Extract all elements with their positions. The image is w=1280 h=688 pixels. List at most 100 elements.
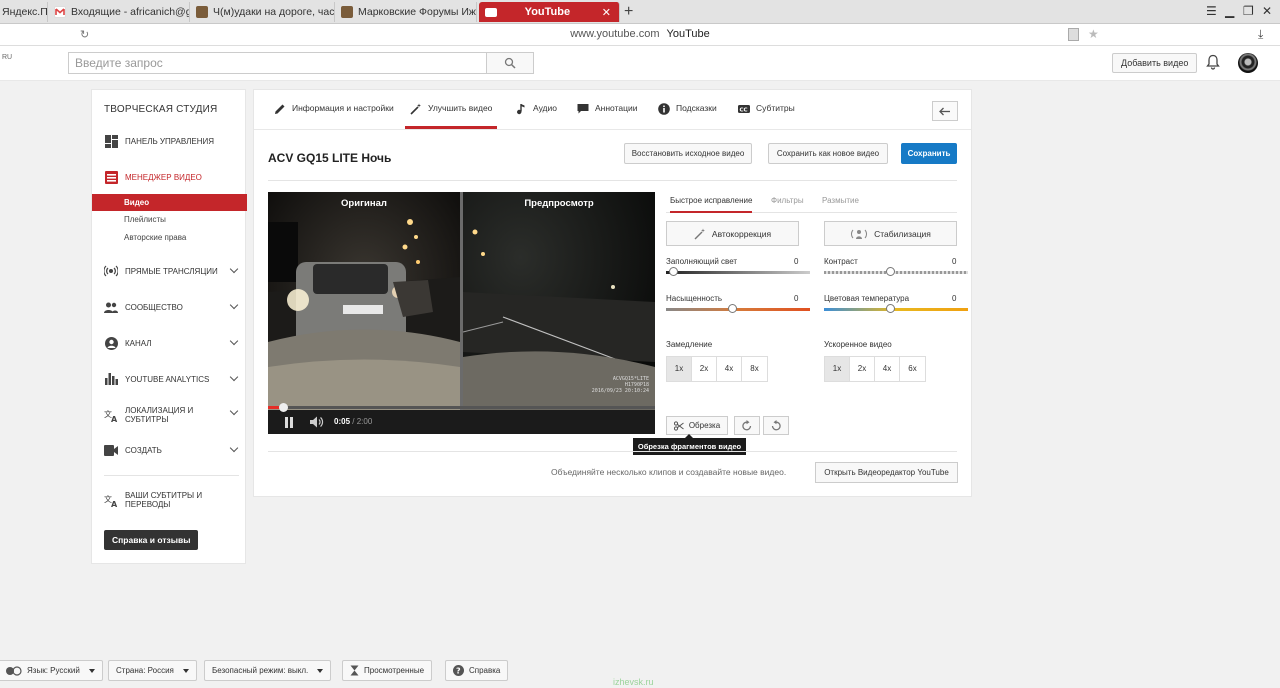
tab-enhance[interactable]: Улучшить видео bbox=[405, 103, 498, 129]
slowmo-option[interactable]: 2x bbox=[692, 357, 717, 381]
menu-icon[interactable]: ☰ bbox=[1206, 4, 1217, 18]
saturation-value: 0 bbox=[794, 294, 799, 303]
search-button[interactable] bbox=[486, 52, 534, 74]
tab-annotations[interactable]: Аннотации bbox=[577, 103, 638, 129]
timelapse-option[interactable]: 1x bbox=[825, 357, 850, 381]
slider-knob[interactable] bbox=[728, 304, 737, 313]
stabilize-icon bbox=[851, 229, 868, 239]
help-feedback-button[interactable]: Справка и отзывы bbox=[104, 530, 199, 550]
sidebar-item-channel[interactable]: КАНАЛ bbox=[92, 331, 247, 355]
restore-icon[interactable]: ❐ bbox=[1243, 4, 1254, 18]
slider-knob[interactable] bbox=[886, 304, 895, 313]
new-tab-button[interactable]: + bbox=[624, 3, 633, 21]
subtab-quick-fix[interactable]: Быстрое исправление bbox=[670, 196, 753, 213]
preview-label: Предпросмотр bbox=[524, 198, 594, 209]
rotate-left-button[interactable] bbox=[763, 416, 789, 435]
bookmark-icon[interactable] bbox=[1068, 28, 1079, 41]
country-selector[interactable]: Страна: Россия bbox=[108, 660, 197, 681]
help-button[interactable]: ? Справка bbox=[445, 660, 509, 681]
browser-tab-gmail[interactable]: Входящие - africanich@gm bbox=[48, 2, 190, 22]
tab-subtitles[interactable]: CC Субтитры bbox=[738, 103, 795, 129]
stabilize-button[interactable]: Стабилизация bbox=[824, 221, 957, 246]
tab-label: Подсказки bbox=[676, 103, 717, 113]
star-icon[interactable]: ★ bbox=[1088, 27, 1099, 41]
upload-button[interactable]: Добавить видео bbox=[1112, 53, 1198, 73]
translate-icon: 文A bbox=[104, 408, 118, 422]
revert-button[interactable]: Восстановить исходное видео bbox=[624, 143, 752, 164]
browser-tab-youtube[interactable]: YouTube ✕ bbox=[479, 2, 620, 22]
slider-track bbox=[666, 308, 810, 311]
sidebar-subitem-copyright[interactable]: Авторские права bbox=[92, 229, 247, 246]
close-window-icon[interactable]: ✕ bbox=[1262, 4, 1272, 18]
studio-title: ТВОРЧЕСКАЯ СТУДИЯ bbox=[104, 104, 218, 115]
search-input[interactable]: Введите запрос bbox=[68, 52, 487, 74]
safety-mode-selector[interactable]: Безопасный режим: выкл. bbox=[204, 660, 332, 681]
bell-icon[interactable] bbox=[1206, 54, 1220, 70]
download-icon[interactable]: ⤓ bbox=[1258, 27, 1263, 42]
save-button[interactable]: Сохранить bbox=[901, 143, 957, 164]
browser-tab-yandex[interactable]: Яндекс.По bbox=[0, 2, 48, 22]
sidebar-item-analytics[interactable]: YOUTUBE ANALYTICS bbox=[92, 367, 247, 391]
sidebar-item-video-manager[interactable]: МЕНЕДЖЕР ВИДЕО bbox=[92, 165, 247, 189]
slider-knob[interactable] bbox=[886, 267, 895, 276]
autofix-button[interactable]: Автокоррекция bbox=[666, 221, 799, 246]
subtab-blur[interactable]: Размытие bbox=[822, 196, 859, 213]
sidebar-subitem-playlists[interactable]: Плейлисты bbox=[92, 211, 247, 228]
sidebar-item-dashboard[interactable]: ПАНЕЛЬ УПРАВЛЕНИЯ bbox=[92, 129, 247, 153]
contrast-slider[interactable] bbox=[824, 267, 968, 276]
back-button[interactable] bbox=[932, 101, 958, 121]
slowmo-option[interactable]: 1x bbox=[667, 357, 692, 381]
sidebar-subitem-videos[interactable]: Видео bbox=[92, 194, 247, 211]
pencil-icon bbox=[275, 104, 285, 114]
progress-knob[interactable] bbox=[279, 403, 288, 412]
browser-tab-forum-2[interactable]: Марковские Форумы Ижев bbox=[335, 2, 477, 22]
video-player[interactable]: Оригинал ACVGQ15*LITE H1790P18 2016/09/2… bbox=[268, 192, 655, 434]
tab-label: Информация и настройки bbox=[292, 103, 394, 113]
gmail-icon bbox=[54, 6, 66, 18]
tab-info-settings[interactable]: Информация и настройки bbox=[274, 103, 394, 129]
timelapse-option[interactable]: 6x bbox=[900, 357, 925, 381]
sidebar-item-localization[interactable]: 文A ЛОКАЛИЗАЦИЯ И СУБТИТРЫ bbox=[92, 401, 247, 429]
timelapse-option[interactable]: 2x bbox=[850, 357, 875, 381]
sidebar-item-create[interactable]: СОЗДАТЬ bbox=[92, 438, 247, 462]
minimize-icon[interactable]: ▁ bbox=[1225, 4, 1234, 18]
timelapse-option[interactable]: 4x bbox=[875, 357, 900, 381]
sidebar-item-community[interactable]: СООБЩЕСТВО bbox=[92, 295, 247, 319]
fill-light-slider[interactable] bbox=[666, 267, 810, 276]
header-divider bbox=[268, 180, 957, 181]
color-temp-value: 0 bbox=[952, 294, 957, 303]
slowmo-option[interactable]: 4x bbox=[717, 357, 742, 381]
combine-clips-text: Объединяйте несколько клипов и создавайт… bbox=[551, 467, 787, 477]
tab-cards[interactable]: Подсказки bbox=[658, 103, 717, 129]
volume-icon[interactable] bbox=[310, 416, 324, 428]
saturation-slider[interactable] bbox=[666, 304, 810, 313]
tab-label: Субтитры bbox=[756, 103, 795, 113]
language-selector[interactable]: Язык: Русский bbox=[0, 660, 103, 681]
rotate-right-button[interactable] bbox=[734, 416, 760, 435]
slowmo-option[interactable]: 8x bbox=[742, 357, 767, 381]
save-as-new-button[interactable]: Сохранить как новое видео bbox=[768, 143, 888, 164]
open-video-editor-button[interactable]: Открыть Видеоредактор YouTube bbox=[815, 462, 958, 483]
slider-knob[interactable] bbox=[669, 267, 678, 276]
subtab-filters[interactable]: Фильтры bbox=[771, 196, 804, 213]
trim-button[interactable]: Обрезка bbox=[666, 416, 728, 435]
tab-audio[interactable]: Аудио bbox=[515, 103, 557, 129]
trim-tooltip: Обрезка фрагментов видео bbox=[633, 434, 746, 455]
search-icon bbox=[504, 57, 516, 69]
close-tab-icon[interactable]: ✕ bbox=[602, 6, 611, 19]
browser-tab-forum-1[interactable]: Ч(м)удаки на дороге, част bbox=[190, 2, 335, 22]
sidebar-item-translations[interactable]: 文A ВАШИ СУБТИТРЫ И ПЕРЕВОДЫ bbox=[92, 486, 247, 514]
sidebar-item-live[interactable]: ПРЯМЫЕ ТРАНСЛЯЦИИ bbox=[92, 259, 247, 283]
pause-icon[interactable] bbox=[284, 417, 294, 428]
magic-wand-icon bbox=[410, 103, 421, 115]
address-bar[interactable]: ↻ www.youtube.com YouTube ★ ⤓ bbox=[0, 24, 1280, 46]
country-label: Страна: Россия bbox=[116, 666, 174, 675]
tab-label: Аудио bbox=[533, 103, 557, 113]
history-button[interactable]: Просмотренные bbox=[342, 660, 433, 681]
avatar[interactable] bbox=[1238, 53, 1258, 73]
region-label: RU bbox=[2, 54, 13, 61]
tab-label: Аннотации bbox=[595, 103, 638, 113]
translations-line-1: ВАШИ СУБТИТРЫ И bbox=[125, 491, 203, 500]
color-temp-slider[interactable] bbox=[824, 304, 968, 313]
progress-bar[interactable] bbox=[268, 403, 655, 412]
